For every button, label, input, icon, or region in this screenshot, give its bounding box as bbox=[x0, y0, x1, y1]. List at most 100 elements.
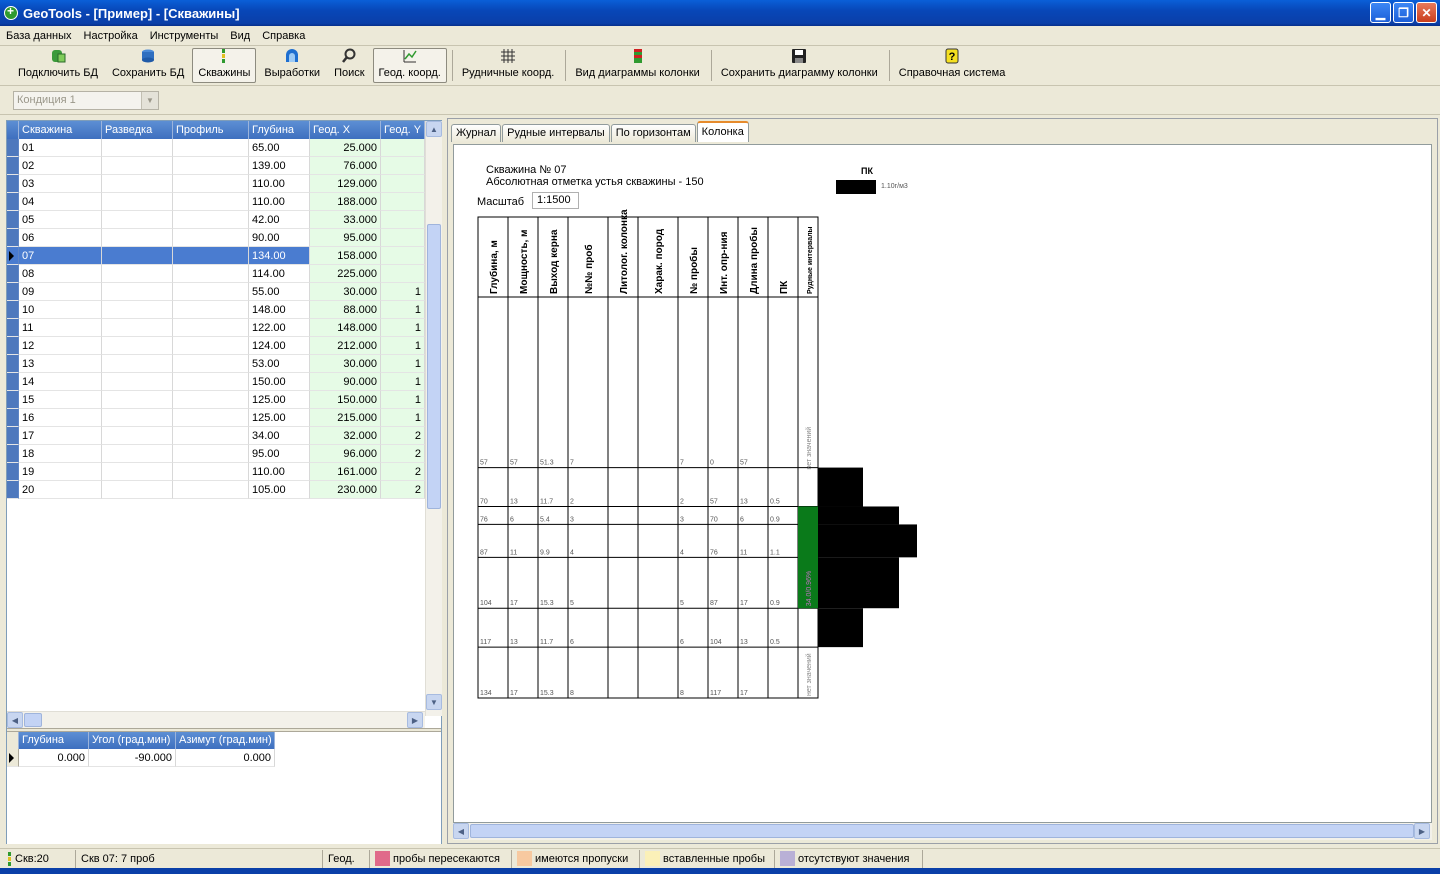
table-row[interactable]: 19 110.00 161.000 2 bbox=[7, 463, 425, 481]
geo-x-cell[interactable]: 150.000 bbox=[310, 391, 381, 409]
row-indicator[interactable] bbox=[7, 445, 19, 463]
depth-cell[interactable]: 34.00 bbox=[249, 427, 310, 445]
row-indicator[interactable] bbox=[7, 247, 19, 265]
well-cell[interactable]: 02 bbox=[19, 157, 102, 175]
minimize-button[interactable]: ▁ bbox=[1370, 2, 1391, 23]
geo-y-cell[interactable]: 1 bbox=[381, 355, 425, 373]
geo-y-cell[interactable] bbox=[381, 139, 425, 157]
exploration-cell[interactable] bbox=[102, 319, 173, 337]
depth-cell[interactable]: 90.00 bbox=[249, 229, 310, 247]
depth-cell[interactable]: 105.00 bbox=[249, 481, 310, 499]
row-indicator[interactable] bbox=[7, 283, 19, 301]
table-row[interactable]: 06 90.00 95.000 bbox=[7, 229, 425, 247]
table-row[interactable]: 08 114.00 225.000 bbox=[7, 265, 425, 283]
well-cell[interactable]: 20 bbox=[19, 481, 102, 499]
profile-cell[interactable] bbox=[173, 337, 249, 355]
exploration-cell[interactable] bbox=[102, 301, 173, 319]
chevron-down-icon[interactable]: ▼ bbox=[141, 92, 158, 109]
profile-cell[interactable] bbox=[173, 463, 249, 481]
col-header-geo-y[interactable]: Геод. Y bbox=[381, 121, 425, 139]
geo-y-cell[interactable]: 1 bbox=[381, 301, 425, 319]
depth-cell[interactable]: 139.00 bbox=[249, 157, 310, 175]
profile-cell[interactable] bbox=[173, 193, 249, 211]
profile-cell[interactable] bbox=[173, 427, 249, 445]
geo-y-cell[interactable]: 1 bbox=[381, 391, 425, 409]
table-row[interactable]: 12 124.00 212.000 1 bbox=[7, 337, 425, 355]
well-cell[interactable]: 08 bbox=[19, 265, 102, 283]
geo-y-cell[interactable]: 2 bbox=[381, 481, 425, 499]
row-indicator[interactable] bbox=[7, 193, 19, 211]
geo-x-cell[interactable]: 158.000 bbox=[310, 247, 381, 265]
table-row[interactable]: 10 148.00 88.000 1 bbox=[7, 301, 425, 319]
search-button[interactable]: Поиск bbox=[328, 48, 370, 83]
row-indicator[interactable] bbox=[7, 265, 19, 283]
column-view-button[interactable]: Вид диаграммы колонки bbox=[569, 48, 705, 83]
well-cell[interactable]: 05 bbox=[19, 211, 102, 229]
profile-cell[interactable] bbox=[173, 445, 249, 463]
geo-y-cell[interactable] bbox=[381, 175, 425, 193]
profile-cell[interactable] bbox=[173, 355, 249, 373]
incl-azimuth-cell[interactable]: 0.000 bbox=[176, 749, 275, 767]
col-header-depth[interactable]: Глубина bbox=[249, 121, 310, 139]
profile-cell[interactable] bbox=[173, 319, 249, 337]
save-column-button[interactable]: Сохранить диаграмму колонки bbox=[715, 48, 884, 83]
depth-cell[interactable]: 53.00 bbox=[249, 355, 310, 373]
depth-cell[interactable]: 114.00 bbox=[249, 265, 310, 283]
help-system-button[interactable]: ? Справочная система bbox=[893, 48, 1012, 83]
depth-cell[interactable]: 122.00 bbox=[249, 319, 310, 337]
exploration-cell[interactable] bbox=[102, 283, 173, 301]
geo-x-cell[interactable]: 161.000 bbox=[310, 463, 381, 481]
exploration-cell[interactable] bbox=[102, 337, 173, 355]
row-indicator[interactable] bbox=[7, 463, 19, 481]
menu-settings[interactable]: Настройка bbox=[78, 30, 144, 42]
profile-cell[interactable] bbox=[173, 301, 249, 319]
well-cell[interactable]: 19 bbox=[19, 463, 102, 481]
row-indicator[interactable] bbox=[7, 301, 19, 319]
depth-cell[interactable]: 110.00 bbox=[249, 463, 310, 481]
wells-button[interactable]: Скважины bbox=[192, 48, 257, 83]
well-cell[interactable]: 04 bbox=[19, 193, 102, 211]
geo-x-cell[interactable]: 96.000 bbox=[310, 445, 381, 463]
col-header-well[interactable]: Скважина bbox=[19, 121, 102, 139]
table-row[interactable]: 17 34.00 32.000 2 bbox=[7, 427, 425, 445]
table-row[interactable]: 07 134.00 158.000 bbox=[7, 247, 425, 265]
table-row[interactable]: 14 150.00 90.000 1 bbox=[7, 373, 425, 391]
profile-cell[interactable] bbox=[173, 481, 249, 499]
col-header-incl-depth[interactable]: Глубина bbox=[19, 732, 89, 749]
well-cell[interactable]: 17 bbox=[19, 427, 102, 445]
geo-x-cell[interactable]: 225.000 bbox=[310, 265, 381, 283]
wells-vertical-scrollbar[interactable]: ▲ ▼ bbox=[425, 121, 442, 716]
menu-help[interactable]: Справка bbox=[256, 30, 311, 42]
geo-x-cell[interactable]: 30.000 bbox=[310, 283, 381, 301]
geo-y-cell[interactable]: 2 bbox=[381, 427, 425, 445]
menu-database[interactable]: База данных bbox=[0, 30, 78, 42]
scroll-left-icon[interactable]: ◀ bbox=[7, 712, 23, 728]
well-cell[interactable]: 10 bbox=[19, 301, 102, 319]
col-header-geo-x[interactable]: Геод. X bbox=[310, 121, 381, 139]
row-indicator[interactable] bbox=[7, 139, 19, 157]
well-cell[interactable]: 12 bbox=[19, 337, 102, 355]
scroll-left-icon[interactable]: ◀ bbox=[453, 823, 469, 839]
col-header-profile[interactable]: Профиль bbox=[173, 121, 249, 139]
geo-x-cell[interactable]: 76.000 bbox=[310, 157, 381, 175]
table-row[interactable]: 09 55.00 30.000 1 bbox=[7, 283, 425, 301]
tab-ore-intervals[interactable]: Рудные интервалы bbox=[502, 124, 610, 142]
scroll-up-icon[interactable]: ▲ bbox=[426, 121, 442, 137]
table-row[interactable]: 0.000 -90.000 0.000 bbox=[7, 749, 441, 767]
table-row[interactable]: 18 95.00 96.000 2 bbox=[7, 445, 425, 463]
exploration-cell[interactable] bbox=[102, 355, 173, 373]
table-row[interactable]: 04 110.00 188.000 bbox=[7, 193, 425, 211]
exploration-cell[interactable] bbox=[102, 247, 173, 265]
profile-cell[interactable] bbox=[173, 229, 249, 247]
well-cell[interactable]: 06 bbox=[19, 229, 102, 247]
workings-button[interactable]: Выработки bbox=[258, 48, 326, 83]
exploration-cell[interactable] bbox=[102, 481, 173, 499]
depth-cell[interactable]: 55.00 bbox=[249, 283, 310, 301]
profile-cell[interactable] bbox=[173, 157, 249, 175]
depth-cell[interactable]: 110.00 bbox=[249, 175, 310, 193]
geo-y-cell[interactable]: 2 bbox=[381, 463, 425, 481]
exploration-cell[interactable] bbox=[102, 193, 173, 211]
well-cell[interactable]: 13 bbox=[19, 355, 102, 373]
depth-cell[interactable]: 42.00 bbox=[249, 211, 310, 229]
geo-y-cell[interactable]: 1 bbox=[381, 319, 425, 337]
